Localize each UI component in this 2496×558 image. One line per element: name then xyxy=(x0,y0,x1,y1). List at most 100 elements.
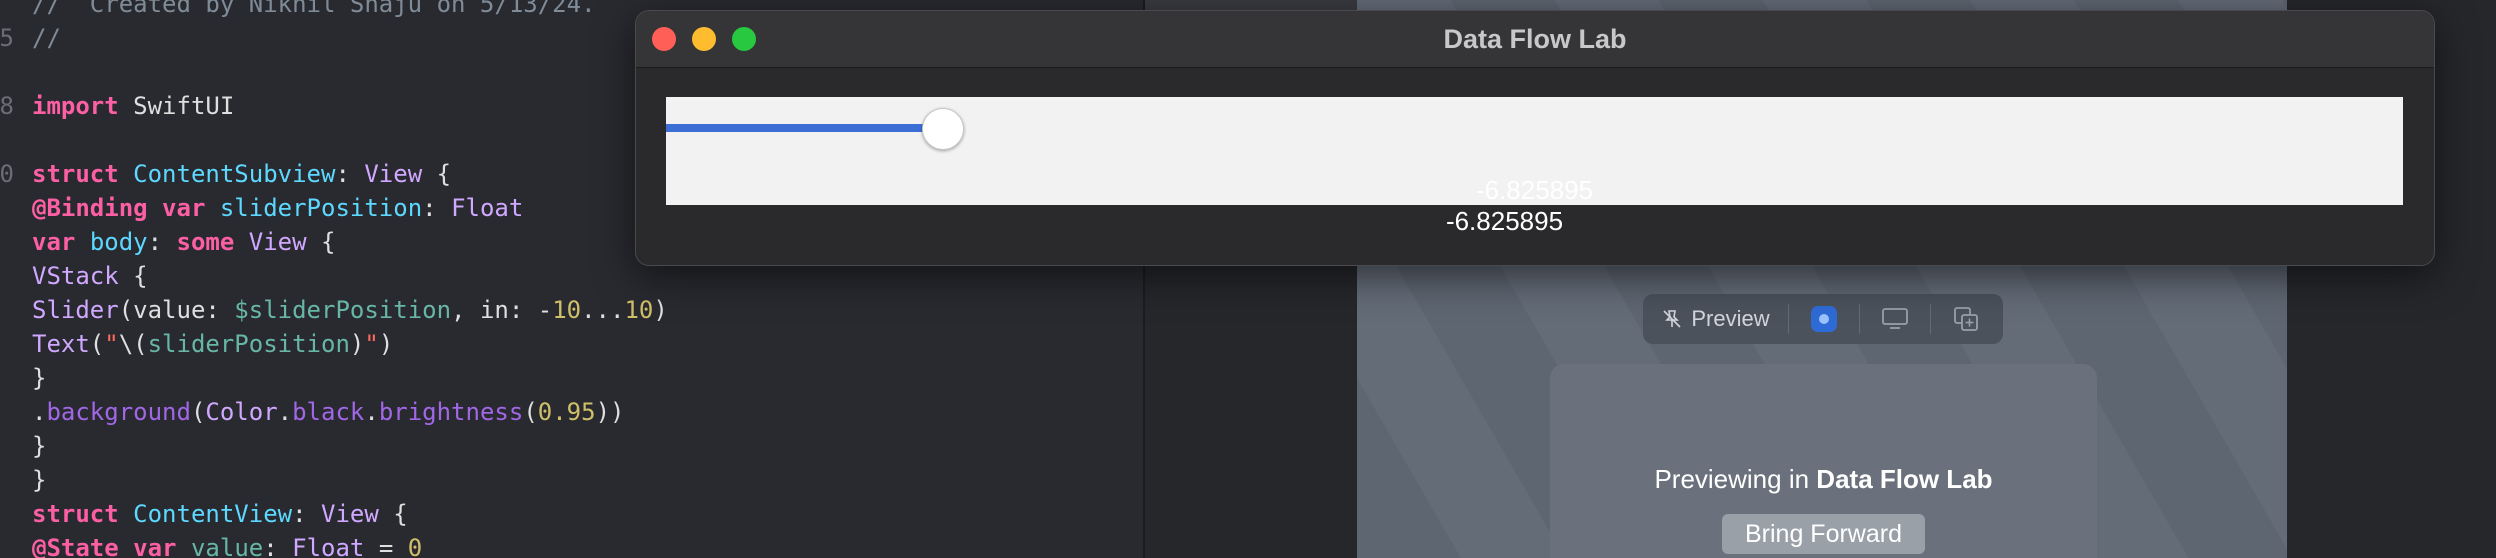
code-token: = xyxy=(364,534,408,558)
code-line[interactable]: } xyxy=(0,463,1143,497)
code-token: background xyxy=(46,398,191,426)
previewing-app-name: Data Flow Lab xyxy=(1816,464,1993,494)
code-token: )) xyxy=(595,398,625,426)
code-token: @State xyxy=(32,534,119,558)
code-token: : xyxy=(335,160,365,188)
code-text: import SwiftUI xyxy=(32,89,234,123)
zoom-button[interactable] xyxy=(732,27,756,51)
code-token: View xyxy=(364,160,423,188)
preview-toolbar: Preview xyxy=(1643,294,2003,344)
code-token: VStack xyxy=(32,262,119,290)
code-text: } xyxy=(32,361,46,395)
code-token: { xyxy=(118,262,148,290)
previewing-card: Previewing in Data Flow Lab Bring Forwar… xyxy=(1550,364,2097,558)
line-number: 8 xyxy=(0,92,14,120)
previewing-prefix: Previewing in xyxy=(1654,464,1817,494)
code-token: View xyxy=(321,500,379,528)
code-token: : xyxy=(263,534,293,558)
code-token: // xyxy=(32,24,61,52)
line-number: 0 xyxy=(0,160,14,188)
code-token: ) xyxy=(349,330,365,358)
device-icon xyxy=(1882,308,1908,329)
duplicate-preview-button[interactable] xyxy=(1931,294,2001,344)
code-token: sliderPosition xyxy=(147,330,350,358)
preview-pin-button[interactable]: Preview xyxy=(1643,294,1788,344)
code-token: . xyxy=(364,398,379,426)
code-token: . xyxy=(277,398,293,426)
bring-forward-button[interactable]: Bring Forward xyxy=(1722,514,1925,554)
code-token: ( xyxy=(89,330,105,358)
code-token: . xyxy=(32,398,47,426)
app-window: Data Flow Lab -6.825895 -6.825895 xyxy=(635,10,2435,266)
code-token: View xyxy=(248,228,307,256)
content-subview: -6.825895 xyxy=(666,97,2403,205)
code-token: some xyxy=(176,228,235,256)
code-text: Text("\(sliderPosition)") xyxy=(32,327,393,361)
duplicate-icon xyxy=(1954,307,1978,331)
device-settings-button[interactable] xyxy=(1860,294,1930,344)
slider-value-text-light: -6.825895 xyxy=(1475,175,1594,205)
code-line[interactable]: .background(Color.black.brightness(0.95)… xyxy=(0,395,1143,429)
code-text: } xyxy=(32,463,46,497)
code-line[interactable]: } xyxy=(0,361,1143,395)
code-token: Float xyxy=(292,534,365,558)
code-token: \( xyxy=(118,330,148,358)
code-line[interactable]: struct ContentView: View { xyxy=(0,497,1143,531)
slider-fill xyxy=(666,124,942,132)
code-token: ContentView xyxy=(133,500,293,528)
screen: // Created by Nikhil Shaju on 5/13/24. 5 /… xyxy=(0,0,2496,558)
slider-thumb[interactable] xyxy=(922,108,964,150)
slider-value-text: -6.825895 xyxy=(1445,206,1564,236)
code-text: .background(Color.black.brightness(0.95)… xyxy=(32,395,624,429)
code-line[interactable]: Text("\(sliderPosition)") xyxy=(0,327,1143,361)
code-token: } xyxy=(32,432,47,460)
code-token: ... xyxy=(581,296,625,324)
code-token: ContentSubview xyxy=(133,160,336,188)
code-text: struct ContentView: View { xyxy=(32,497,408,531)
code-token: brightness xyxy=(378,398,524,426)
code-token: 10 xyxy=(552,296,582,324)
previewing-message: Previewing in Data Flow Lab xyxy=(1550,464,2097,495)
window-title: Data Flow Lab xyxy=(1443,24,1627,54)
window-titlebar[interactable]: Data Flow Lab xyxy=(636,11,2434,68)
code-token: : xyxy=(292,500,322,528)
code-token: " xyxy=(104,330,119,358)
code-line[interactable]: } xyxy=(0,429,1143,463)
code-token: struct xyxy=(32,160,119,188)
code-token: 0.95 xyxy=(537,398,596,426)
code-text: Slider(value: $sliderPosition, in: -10..… xyxy=(32,293,668,327)
code-text: // Created by Nikhil Shaju on 5/13/24. xyxy=(32,0,596,21)
code-token: ( xyxy=(523,398,538,426)
code-token: value xyxy=(190,534,264,558)
code-text: @Binding var sliderPosition: Float xyxy=(32,191,523,225)
code-token: ) xyxy=(653,296,668,324)
minimize-button[interactable] xyxy=(692,27,716,51)
code-token: Color xyxy=(205,398,278,426)
code-line[interactable]: @State var value: Float = 0 xyxy=(0,531,1143,558)
code-line[interactable]: Slider(value: $sliderPosition, in: -10..… xyxy=(0,293,1143,327)
code-token: : xyxy=(147,228,177,256)
code-token: import xyxy=(32,92,119,120)
code-token: black xyxy=(292,398,365,426)
code-token: 10 xyxy=(624,296,654,324)
live-preview-icon xyxy=(1811,306,1837,332)
line-number: 5 xyxy=(0,24,14,52)
live-preview-button[interactable] xyxy=(1789,294,1859,344)
slider[interactable] xyxy=(666,108,2403,150)
code-token: $sliderPosition xyxy=(234,296,452,324)
code-token: var xyxy=(133,534,177,558)
code-token: Float xyxy=(451,194,524,222)
code-token: var xyxy=(162,194,206,222)
code-token: 0 xyxy=(407,534,423,558)
code-token: Text xyxy=(32,330,90,358)
close-button[interactable] xyxy=(652,27,676,51)
code-token: body xyxy=(89,228,148,256)
code-token: var xyxy=(32,228,76,256)
preview-label: Preview xyxy=(1691,306,1770,331)
code-token: ( xyxy=(190,398,206,426)
pin-off-icon xyxy=(1663,310,1681,328)
